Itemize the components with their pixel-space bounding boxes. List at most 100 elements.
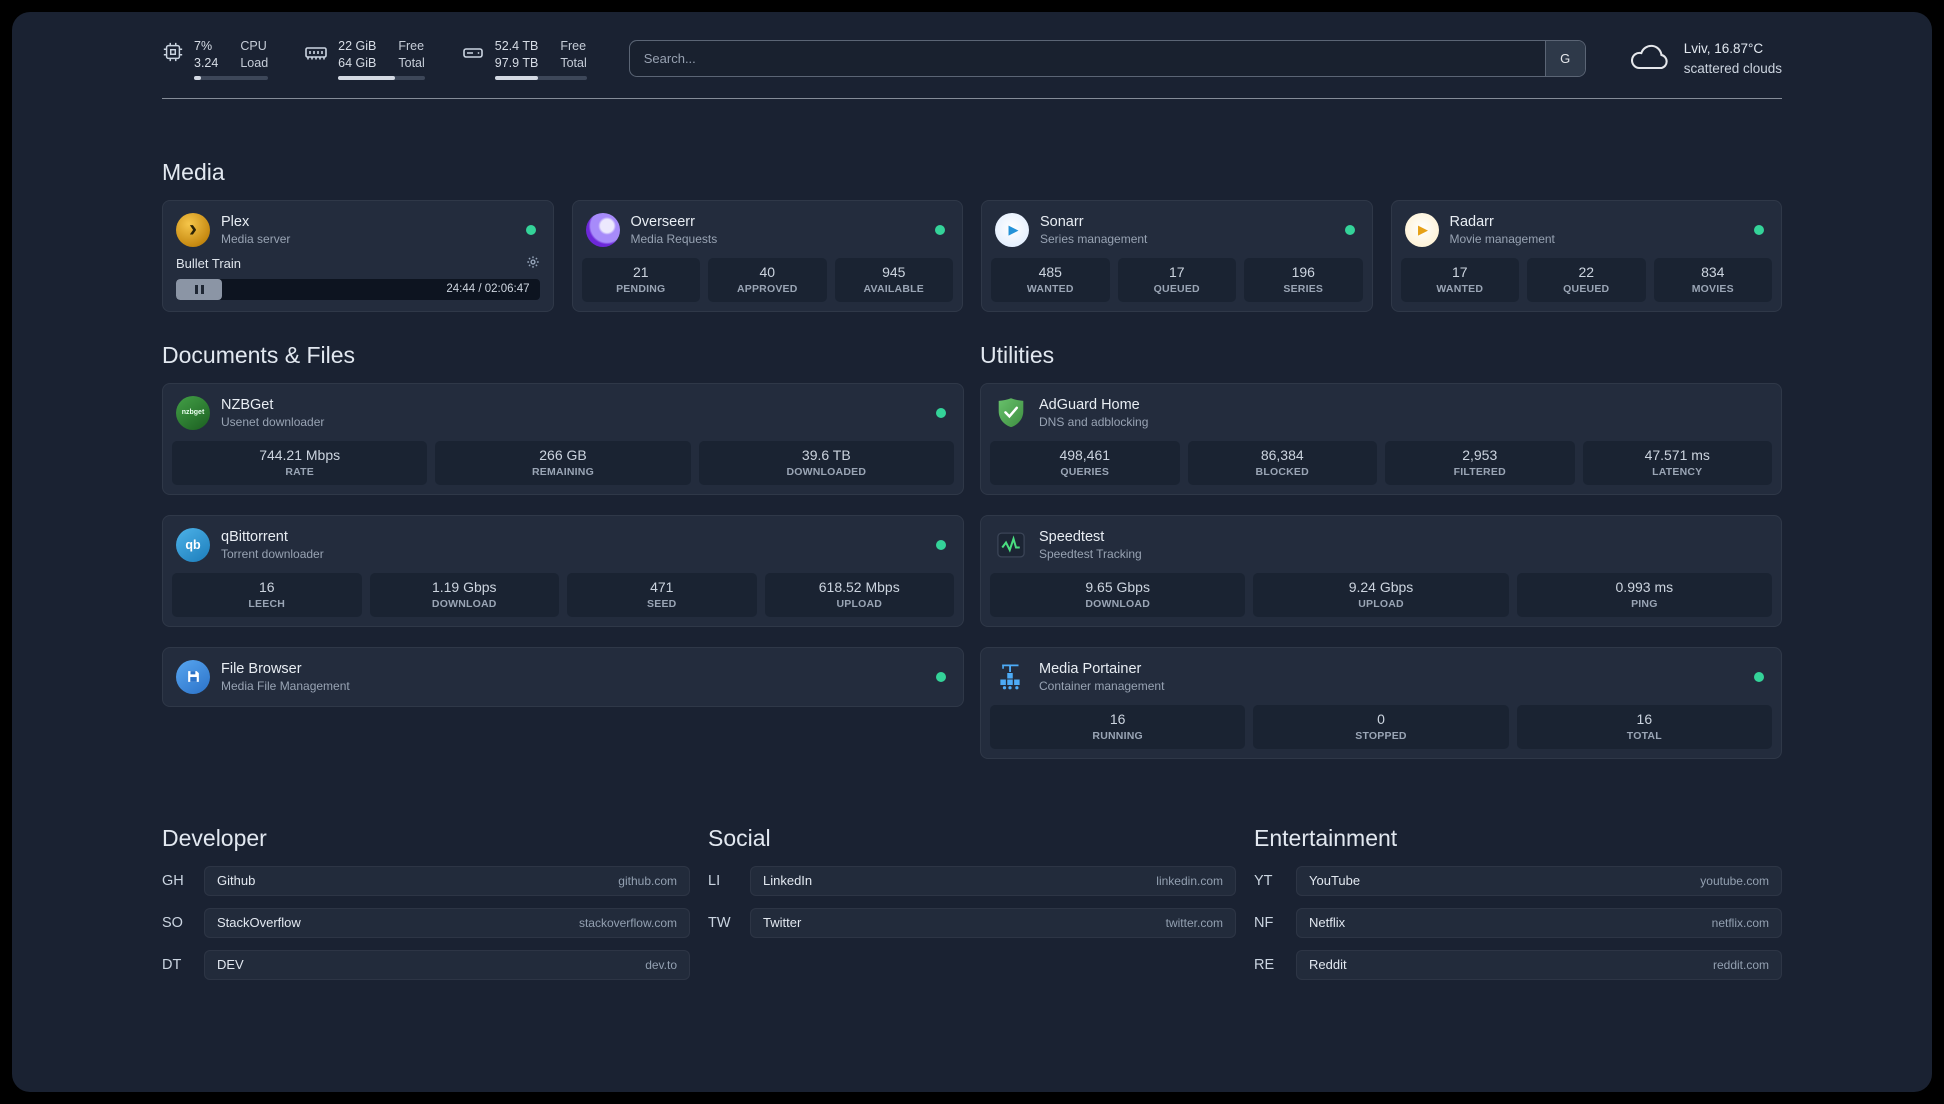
- dashboard-panel: 7% 3.24 CPU Load 22 GiB 64 GiB Free Tota…: [12, 12, 1932, 1092]
- bookmark-github[interactable]: Github github.com: [204, 865, 690, 896]
- stat-queued: 17 QUEUED: [1117, 257, 1236, 302]
- service-card-portainer[interactable]: Media Portainer Container management 16 …: [980, 646, 1782, 759]
- stat-remaining: 266 GB REMAINING: [435, 440, 691, 485]
- stat-download: 1.19 Gbps DOWNLOAD: [369, 572, 559, 617]
- player-progress-bar[interactable]: 24:44 / 02:06:47: [176, 278, 540, 300]
- search-input[interactable]: [629, 41, 1545, 77]
- stat-seed: 471 SEED: [567, 572, 757, 617]
- weather-location: Lviv, 16.87°C: [1683, 41, 1764, 57]
- stat-wanted: 485 WANTED: [991, 257, 1110, 302]
- stat-total: 16 TOTAL: [1516, 704, 1772, 749]
- bookmark-linkedin[interactable]: LinkedIn linkedin.com: [750, 865, 1236, 896]
- section-title-developer: Developer: [162, 824, 267, 851]
- section-title-documents: Documents & Files: [162, 341, 356, 368]
- portainer-icon: [994, 660, 1028, 694]
- disk-icon: [461, 41, 485, 70]
- topbar-divider: [162, 97, 1782, 99]
- memory-progress-bar: [338, 75, 425, 80]
- cpu-labels: CPU Load: [240, 39, 269, 70]
- bookmark-twitter[interactable]: Twitter twitter.com: [750, 907, 1236, 938]
- pause-button[interactable]: [176, 278, 222, 300]
- status-dot: [936, 671, 946, 682]
- sonarr-icon: [995, 212, 1029, 247]
- service-card-nzbget[interactable]: nzbget NZBGet Usenet downloader 744.21 M…: [162, 382, 964, 495]
- service-card-sonarr[interactable]: Sonarr Series management 485 WANTED 17 Q…: [981, 199, 1373, 312]
- plex-now-playing: Bullet Train 24:44 / 02:06:47: [172, 255, 544, 302]
- plex-icon: [176, 212, 210, 247]
- stat-pending: 21 PENDING: [581, 257, 700, 302]
- radarr-icon: [1404, 212, 1439, 247]
- section-title-entertainment: Entertainment: [1254, 824, 1398, 851]
- player-settings-gear-icon[interactable]: [526, 255, 540, 272]
- bookmark-abbr: YT: [1254, 872, 1273, 889]
- stat-movies: 834 MOVIES: [1653, 257, 1772, 302]
- memory-free: 22 GiB: [338, 39, 377, 53]
- service-card-overseerr[interactable]: Overseerr Media Requests 21 PENDING 40 A…: [571, 199, 963, 312]
- service-card-plex[interactable]: Plex Media server Bullet Train: [162, 199, 554, 312]
- service-subtitle: Media server: [221, 231, 291, 246]
- stat-download: 9.65 Gbps DOWNLOAD: [990, 572, 1246, 617]
- cpu-icon: [162, 41, 184, 68]
- stat-leech: 16 LEECH: [172, 572, 362, 617]
- status-dot: [1754, 671, 1764, 682]
- bookmark-abbr: RE: [1254, 956, 1275, 973]
- adguard-icon: [994, 396, 1028, 430]
- bookmark-youtube[interactable]: YouTube youtube.com: [1296, 865, 1782, 896]
- memory-widget: 22 GiB 64 GiB Free Total: [304, 38, 425, 80]
- bookmark-netflix[interactable]: Netflix netflix.com: [1296, 907, 1782, 938]
- stat-blocked: 86,384 BLOCKED: [1187, 440, 1377, 485]
- stat-filtered: 2,953 FILTERED: [1385, 440, 1575, 485]
- status-dot: [1344, 224, 1355, 235]
- disk-widget: 52.4 TB 97.9 TB Free Total: [461, 38, 587, 80]
- cpu-progress-bar: [194, 75, 269, 80]
- stat-latency: 47.571 ms LATENCY: [1582, 440, 1772, 485]
- resource-widgets: 7% 3.24 CPU Load 22 GiB 64 GiB Free Tota…: [162, 38, 587, 80]
- nzbget-icon: nzbget: [176, 395, 210, 430]
- service-card-adguard[interactable]: AdGuard Home DNS and adblocking 498,461 …: [980, 382, 1782, 495]
- cloud-icon: [1628, 42, 1672, 75]
- service-card-radarr[interactable]: Radarr Movie management 17 WANTED 22 QUE…: [1390, 199, 1782, 312]
- bookmark-abbr: GH: [162, 872, 184, 889]
- status-dot: [936, 407, 946, 418]
- weather-condition: scattered clouds: [1683, 60, 1782, 76]
- stat-running: 16 RUNNING: [990, 704, 1246, 749]
- stat-rate: 744.21 Mbps RATE: [172, 440, 428, 485]
- bookmark-abbr: TW: [708, 914, 731, 931]
- disk-values: 52.4 TB 97.9 TB: [495, 38, 539, 72]
- stat-queued: 22 QUEUED: [1527, 257, 1646, 302]
- service-card-qbittorrent[interactable]: qb qBittorrent Torrent downloader 16 LEE…: [162, 514, 964, 627]
- stat-downloaded: 39.6 TB DOWNLOADED: [698, 440, 954, 485]
- bookmark-reddit[interactable]: Reddit reddit.com: [1296, 949, 1782, 980]
- search-bar: G: [628, 40, 1586, 78]
- memory-labels: Free Total: [398, 39, 425, 70]
- now-playing-title: Bullet Train: [176, 255, 242, 271]
- top-bar: 7% 3.24 CPU Load 22 GiB 64 GiB Free Tota…: [162, 38, 1782, 80]
- cpu-percent: 7%: [194, 39, 213, 53]
- filebrowser-icon: [176, 659, 210, 694]
- disk-labels: Free Total: [560, 39, 587, 70]
- stat-wanted: 17 WANTED: [1400, 257, 1519, 302]
- service-card-speedtest[interactable]: Speedtest Speedtest Tracking 9.65 Gbps D…: [980, 514, 1782, 627]
- stat-ping: 0.993 ms PING: [1516, 572, 1772, 617]
- service-card-filebrowser[interactable]: File Browser Media File Management: [162, 646, 964, 707]
- bookmark-abbr: DT: [162, 956, 182, 973]
- bookmark-dev[interactable]: DEV dev.to: [204, 949, 690, 980]
- stat-stopped: 0 STOPPED: [1253, 704, 1509, 749]
- status-dot: [1754, 224, 1764, 235]
- disk-total: 97.9 TB: [494, 55, 539, 70]
- cpu-values: 7% 3.24: [194, 38, 218, 72]
- status-dot: [525, 224, 536, 235]
- bookmark-abbr: SO: [162, 914, 183, 931]
- stat-upload: 618.52 Mbps UPLOAD: [764, 572, 954, 617]
- section-title-utilities: Utilities: [980, 341, 1055, 368]
- disk-free: 52.4 TB: [494, 39, 539, 53]
- bookmark-stackoverflow[interactable]: StackOverflow stackoverflow.com: [204, 907, 690, 938]
- qbittorrent-icon: qb: [176, 527, 210, 562]
- cpu-load-value: 3.24: [194, 55, 219, 70]
- memory-icon: [304, 41, 328, 70]
- cpu-widget: 7% 3.24 CPU Load: [162, 38, 269, 80]
- section-title-social: Social: [708, 824, 771, 851]
- search-provider-button[interactable]: G: [1544, 41, 1585, 77]
- service-name: Plex: [221, 213, 250, 230]
- section-title-media: Media: [162, 158, 225, 185]
